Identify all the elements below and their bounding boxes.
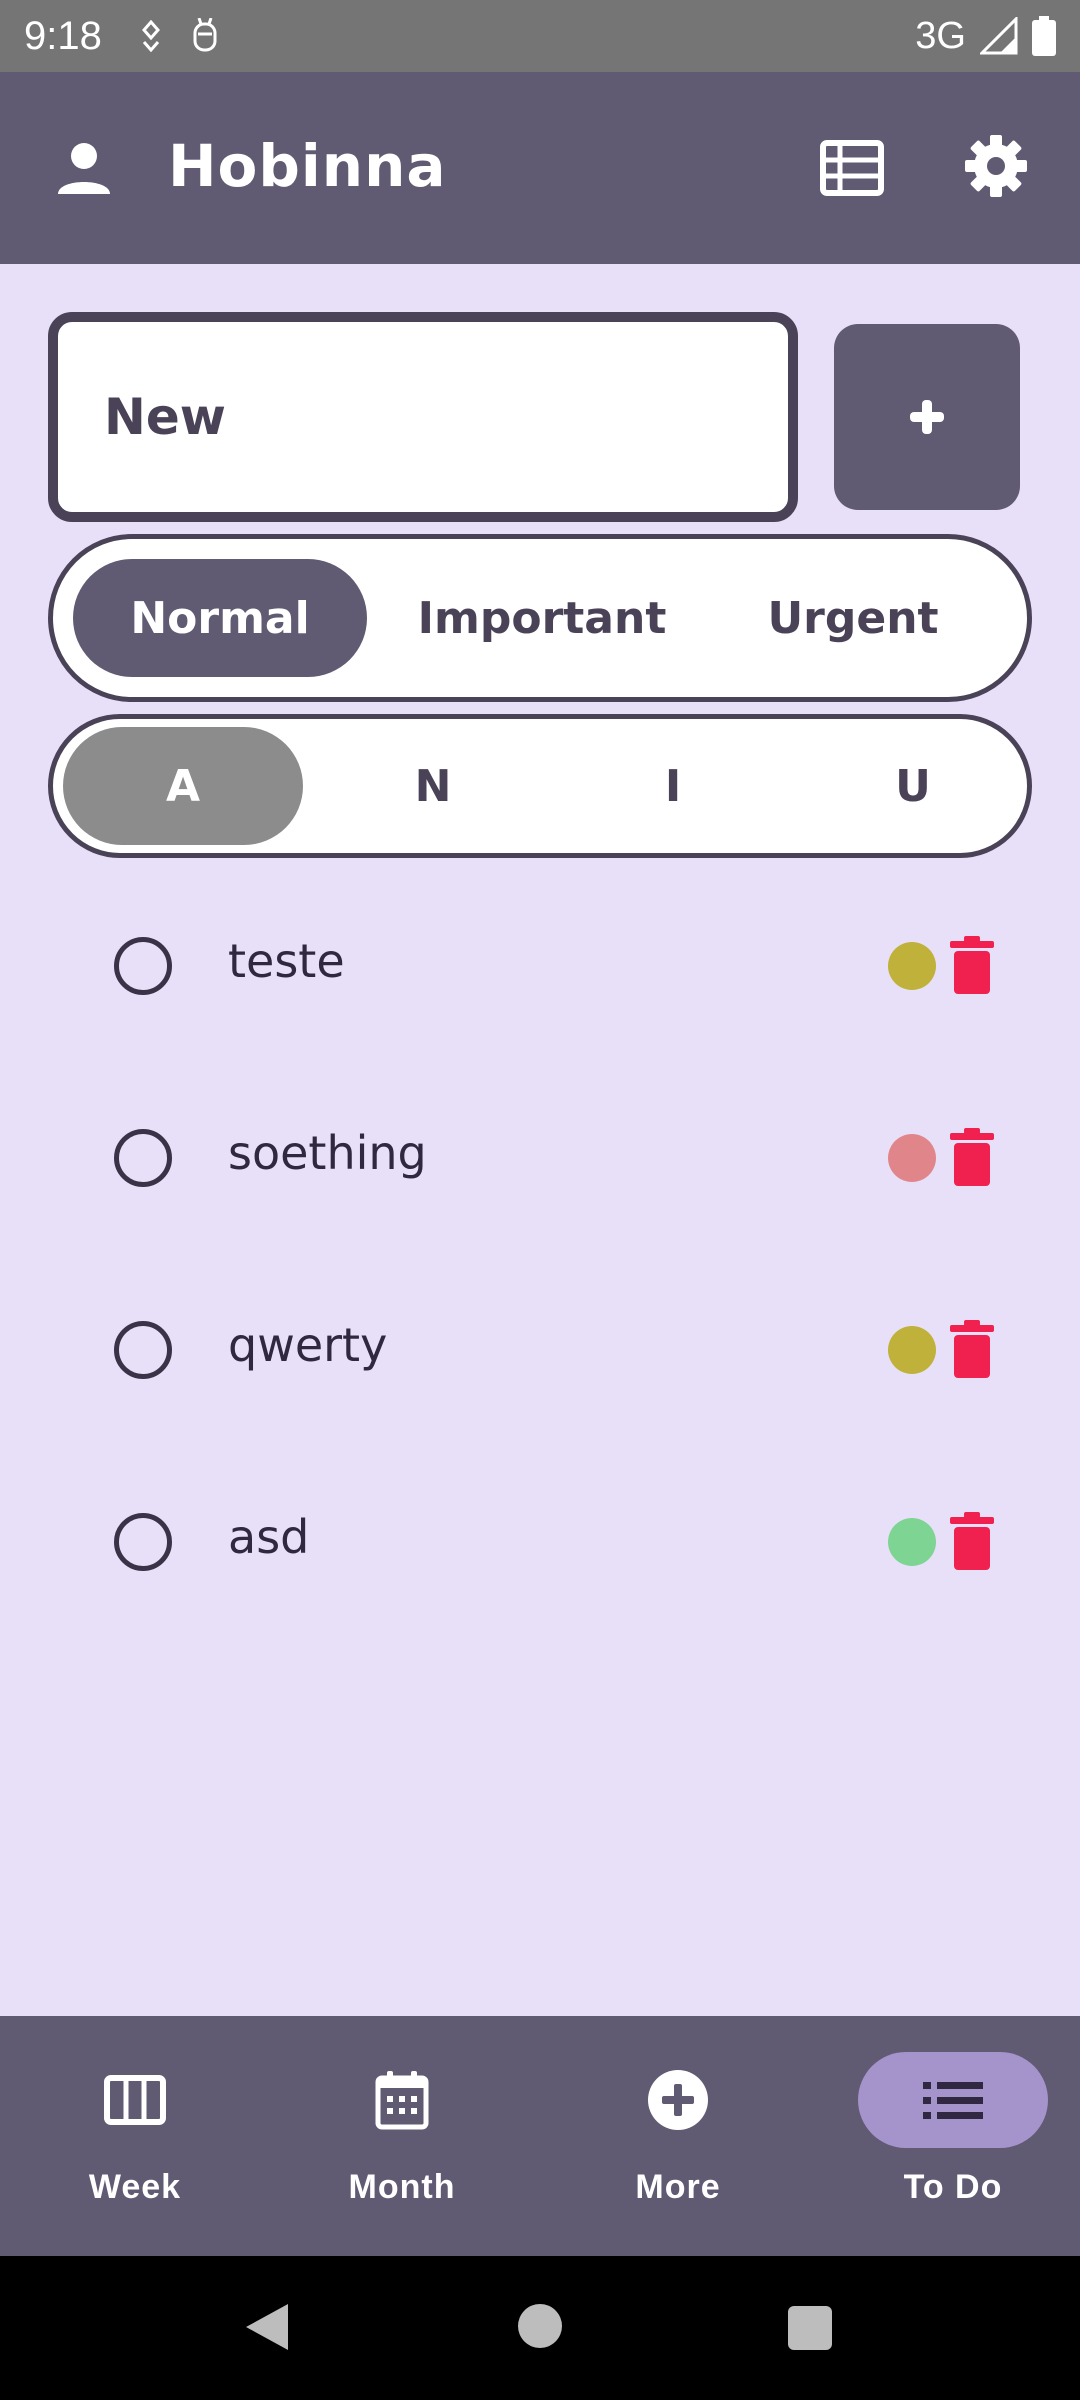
task-label: asd bbox=[228, 1510, 310, 1564]
recents-icon[interactable] bbox=[788, 2306, 832, 2350]
task-checkbox[interactable] bbox=[114, 937, 172, 995]
filter-normal-option[interactable]: N bbox=[343, 727, 523, 845]
task-checkbox[interactable] bbox=[114, 1129, 172, 1187]
filter-important-option[interactable]: I bbox=[583, 727, 763, 845]
priority-indicator bbox=[888, 1518, 936, 1566]
list-icon bbox=[923, 2082, 983, 2119]
nav-week[interactable]: Week bbox=[0, 2016, 270, 2256]
priority-important-option[interactable]: Important bbox=[407, 559, 677, 677]
nav-month[interactable]: Month bbox=[267, 2016, 537, 2256]
priority-indicator bbox=[888, 942, 936, 990]
gear-icon[interactable] bbox=[964, 134, 1028, 198]
task-label: teste bbox=[228, 934, 345, 988]
network-type: 3G bbox=[915, 14, 966, 57]
nav-label: To Do bbox=[903, 2168, 1003, 2206]
calendar-icon bbox=[375, 2071, 429, 2130]
plus-circle-icon bbox=[648, 2070, 708, 2130]
nav-label: Month bbox=[348, 2168, 456, 2206]
back-icon[interactable] bbox=[244, 2302, 290, 2352]
nav-todo[interactable]: To Do bbox=[818, 2016, 1080, 2256]
task-checkbox[interactable] bbox=[114, 1513, 172, 1571]
trash-icon[interactable] bbox=[950, 936, 994, 994]
bottom-navigation: Week Month More To Do bbox=[0, 2016, 1080, 2256]
app-title: Hobinna bbox=[168, 132, 447, 200]
task-label: qwerty bbox=[228, 1318, 388, 1372]
trash-icon[interactable] bbox=[950, 1320, 994, 1378]
battery-icon bbox=[1032, 16, 1056, 56]
list-item: qwerty bbox=[0, 1290, 1080, 1410]
location-pin-icon bbox=[141, 20, 160, 52]
system-navigation-bar bbox=[0, 2256, 1080, 2400]
person-icon[interactable] bbox=[56, 140, 112, 196]
nav-more[interactable]: More bbox=[543, 2016, 813, 2256]
list-item: soething bbox=[0, 1098, 1080, 1218]
signal-icon bbox=[980, 17, 1018, 55]
status-bar: 9:18 3G bbox=[0, 0, 1080, 72]
add-task-button[interactable] bbox=[834, 324, 1020, 510]
list-view-icon[interactable] bbox=[820, 140, 884, 196]
list-item: teste bbox=[0, 906, 1080, 1026]
filter-selector: A N I U bbox=[48, 714, 1032, 858]
list-item: asd bbox=[0, 1482, 1080, 1602]
priority-indicator bbox=[888, 1326, 936, 1374]
nav-label: More bbox=[635, 2168, 721, 2206]
week-columns-icon bbox=[104, 2075, 166, 2125]
home-icon[interactable] bbox=[518, 2304, 562, 2348]
app-bar: Hobinna bbox=[0, 72, 1080, 264]
bug-icon bbox=[193, 18, 217, 52]
priority-selector: Normal Important Urgent bbox=[48, 534, 1032, 702]
trash-icon[interactable] bbox=[950, 1128, 994, 1186]
task-label: soething bbox=[228, 1126, 427, 1180]
trash-icon[interactable] bbox=[950, 1512, 994, 1570]
nav-label: Week bbox=[88, 2168, 182, 2206]
new-task-field[interactable] bbox=[48, 312, 798, 522]
plus-icon bbox=[910, 400, 944, 434]
filter-all-option[interactable]: A bbox=[63, 727, 303, 845]
priority-urgent-option[interactable]: Urgent bbox=[733, 559, 973, 677]
priority-normal-option[interactable]: Normal bbox=[73, 559, 367, 677]
task-checkbox[interactable] bbox=[114, 1321, 172, 1379]
status-time: 9:18 bbox=[24, 13, 102, 58]
new-task-input[interactable] bbox=[102, 387, 788, 447]
priority-indicator bbox=[888, 1134, 936, 1182]
filter-urgent-option[interactable]: U bbox=[823, 727, 1003, 845]
